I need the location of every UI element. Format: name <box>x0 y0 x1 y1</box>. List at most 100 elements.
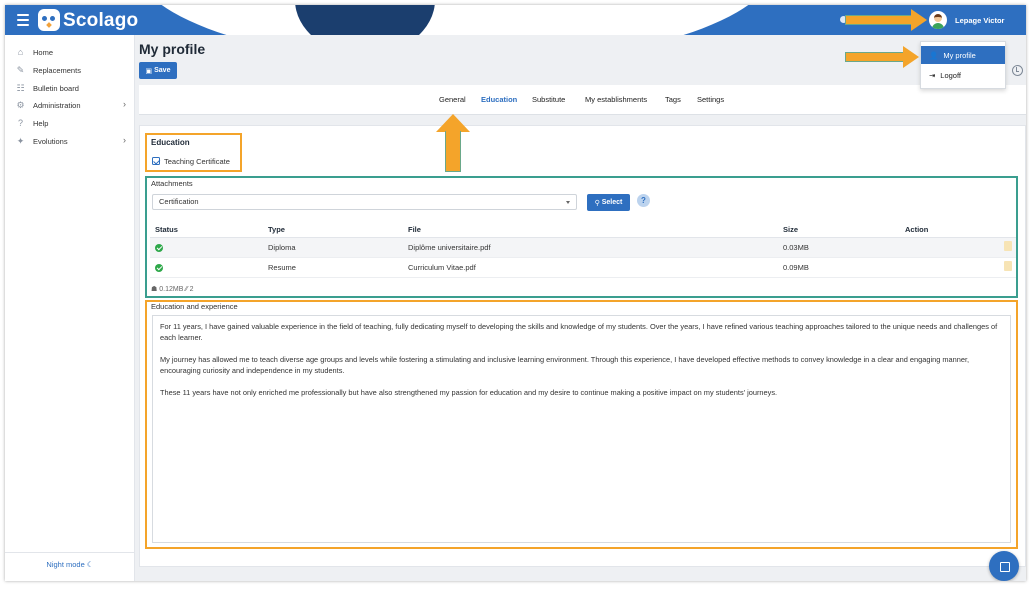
annotation-arrow-user <box>845 9 930 31</box>
sidebar-item-replacements[interactable]: ✎ Replacements <box>15 63 130 77</box>
experience-paragraph: My journey has allowed me to teach diver… <box>160 355 970 375</box>
profile-dropdown: 👤 My profile ⇥ Logoff <box>920 41 1006 89</box>
trash-icon[interactable] <box>1004 261 1012 271</box>
floating-save-button[interactable] <box>989 551 1019 581</box>
sidebar: ⌂ Home ✎ Replacements ☷ Bulletin board ⚙… <box>5 35 135 581</box>
column-header-type: Type <box>263 222 403 238</box>
select-file-button[interactable]: ⚲ Select <box>587 194 630 211</box>
chevron-down-icon <box>566 201 570 204</box>
save-button[interactable]: ▣ Save <box>139 62 177 79</box>
status-cell <box>150 257 263 278</box>
owl-logo-icon <box>38 9 60 31</box>
tab-my-establishments[interactable]: My establishments <box>585 95 647 104</box>
tab-settings[interactable]: Settings <box>697 95 724 104</box>
attachments-table: Status Type File Size Action Diploma Dip… <box>150 222 1016 278</box>
table-row: Diploma Diplôme universitaire.pdf 0.03MB <box>150 237 1016 258</box>
experience-paragraph: These 11 years have not only enriched me… <box>160 388 778 397</box>
divider <box>5 552 135 553</box>
replacements-icon: ✎ <box>16 64 25 75</box>
column-header-size: Size <box>778 222 900 238</box>
type-cell: Resume <box>263 257 403 278</box>
night-mode-label: Night mode <box>46 560 85 569</box>
page-title: My profile <box>139 41 206 57</box>
column-header-file: File <box>403 222 778 238</box>
attachments-summary: ☗ 0.12MB ⁄⁄ 2 <box>151 285 194 293</box>
help-icon[interactable]: ? <box>637 194 650 207</box>
select-label: Select <box>601 199 623 206</box>
home-icon: ⌂ <box>17 46 24 57</box>
annotation-arrow-my-profile <box>845 46 923 68</box>
sidebar-item-help[interactable]: ? Help <box>15 116 130 130</box>
teaching-certificate-checkbox[interactable] <box>152 157 160 165</box>
logoff-icon: ⇥ <box>929 70 936 80</box>
summary-count: 2 <box>189 286 194 293</box>
menu-icon[interactable] <box>17 14 29 26</box>
experience-paragraph: For 11 years, I have gained valuable exp… <box>160 322 998 342</box>
file-link[interactable]: Diplôme universitaire.pdf <box>403 237 778 258</box>
sidebar-item-administration[interactable]: ⚙ Administration › <box>15 98 130 112</box>
action-cell <box>900 257 1016 278</box>
gear-icon: ⚙ <box>16 99 25 110</box>
menu-item-logoff[interactable]: ⇥ Logoff <box>921 66 1005 84</box>
storage-icon: ☗ <box>151 286 158 293</box>
sidebar-item-label: Bulletin board <box>33 83 79 93</box>
tab-tags[interactable]: Tags <box>665 95 681 104</box>
attachment-type-select[interactable]: Certification <box>152 194 577 210</box>
status-cell <box>150 237 263 258</box>
education-title: Education <box>151 138 190 147</box>
tab-education[interactable]: Education <box>481 95 517 104</box>
column-header-status: Status <box>150 222 263 238</box>
teaching-certificate-label: Teaching Certificate <box>164 157 230 166</box>
type-cell: Diploma <box>263 237 403 258</box>
sidebar-item-label: Help <box>33 118 49 128</box>
check-circle-icon <box>155 263 163 272</box>
sidebar-item-label: Evolutions <box>33 136 68 146</box>
select-value: Certification <box>159 197 199 206</box>
menu-item-my-profile[interactable]: 👤 My profile <box>921 46 1005 64</box>
summary-size: 0.12MB <box>159 286 184 293</box>
trash-icon[interactable] <box>1004 241 1012 251</box>
attachment-count-icon: ⁄⁄ <box>185 286 188 293</box>
moon-icon: ☾ <box>86 560 94 569</box>
user-name[interactable]: Lepage Victor <box>955 16 1004 25</box>
action-cell <box>900 237 1016 258</box>
table-header-row: Status Type File Size Action <box>150 222 1016 238</box>
brand-name: Scolago <box>63 10 139 31</box>
save-label: Save <box>154 67 171 74</box>
annotation-arrow-education-tab <box>436 114 470 172</box>
sidebar-item-evolutions[interactable]: ✦ Evolutions › <box>15 134 130 148</box>
file-link[interactable]: Curriculum Vitae.pdf <box>403 257 778 278</box>
sidebar-item-label: Replacements <box>33 65 81 75</box>
tab-bar: General Education Substitute My establis… <box>139 85 1026 115</box>
menu-item-label: Logoff <box>940 70 962 80</box>
paperclip-icon: ⚲ <box>594 199 600 207</box>
night-mode-toggle[interactable]: Night mode ☾ <box>5 560 135 569</box>
sidebar-item-label: Home <box>33 47 54 57</box>
chevron-right-icon: › <box>123 135 126 145</box>
sidebar-item-home[interactable]: ⌂ Home <box>15 45 130 59</box>
user-icon: 👤 <box>929 50 939 60</box>
avatar[interactable] <box>929 11 947 29</box>
app-window: Scolago Lepage Victor ⌂ Home ✎ Replaceme… <box>5 5 1026 581</box>
experience-label: Education and experience <box>151 302 238 311</box>
size-cell: 0.09MB <box>778 257 900 278</box>
size-cell: 0.03MB <box>778 237 900 258</box>
tab-substitute[interactable]: Substitute <box>532 95 565 104</box>
check-circle-icon <box>155 243 163 252</box>
tab-general[interactable]: General <box>439 95 466 104</box>
bulletin-icon: ☷ <box>16 82 25 93</box>
help-icon: ? <box>17 117 23 128</box>
experience-textarea[interactable]: For 11 years, I have gained valuable exp… <box>152 315 1011 543</box>
save-icon: ▣ <box>145 67 153 75</box>
sidebar-item-bulletin-board[interactable]: ☷ Bulletin board <box>15 81 130 95</box>
sidebar-item-label: Administration <box>33 100 81 110</box>
header-decoration-dark <box>295 5 435 35</box>
history-icon[interactable] <box>1012 65 1023 76</box>
table-row: Resume Curriculum Vitae.pdf 0.09MB <box>150 257 1016 278</box>
chevron-right-icon: › <box>123 99 126 109</box>
header-decoration <box>135 5 775 35</box>
attachments-label: Attachments <box>151 179 193 188</box>
column-header-action: Action <box>900 222 1016 238</box>
evolutions-icon: ✦ <box>16 135 25 146</box>
menu-item-label: My profile <box>943 50 976 60</box>
